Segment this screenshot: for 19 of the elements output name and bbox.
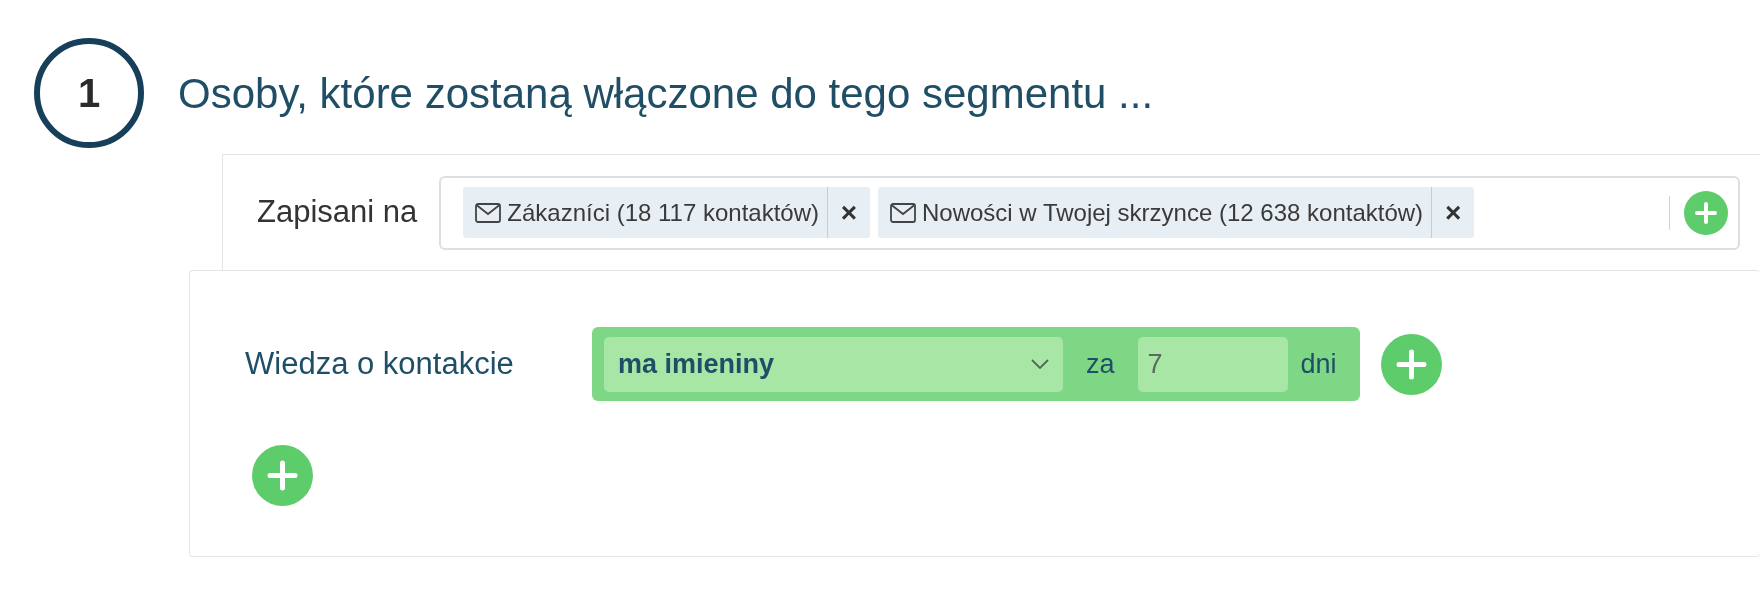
remove-button[interactable]: ×	[828, 187, 870, 238]
chevron-down-icon	[1031, 359, 1049, 369]
tag-label: Nowości w Twojej skrzynce (12 638 kontaktów)	[922, 197, 1425, 228]
field-label: za	[1086, 347, 1115, 381]
tag-label: Zákazníci (18 117 kontaktów)	[507, 197, 820, 228]
add-icon[interactable]	[1381, 333, 1442, 395]
input-field[interactable]: 7	[1137, 336, 1288, 392]
add-icon[interactable]	[252, 445, 313, 506]
step-number: 1	[34, 38, 144, 148]
envelope-icon	[890, 202, 916, 223]
tag-field[interactable]: Zákazníci (18 117 kontaktów) × Nowości w Twojej skrzynce (12 638 kontaktów) ×	[439, 175, 1740, 250]
field-label: Wiedza o kontakcie	[245, 344, 515, 383]
remove-button[interactable]: ×	[1432, 187, 1475, 238]
envelope-icon	[475, 202, 502, 223]
field-label: dni	[1300, 347, 1337, 381]
add-icon[interactable]	[1684, 190, 1728, 235]
field-label: Zapisani na	[257, 193, 418, 232]
select-field[interactable]: ma imieniny	[604, 336, 1063, 392]
step-title: Osoby, które zostaną włączone do tego segmentu ...	[178, 68, 1154, 119]
